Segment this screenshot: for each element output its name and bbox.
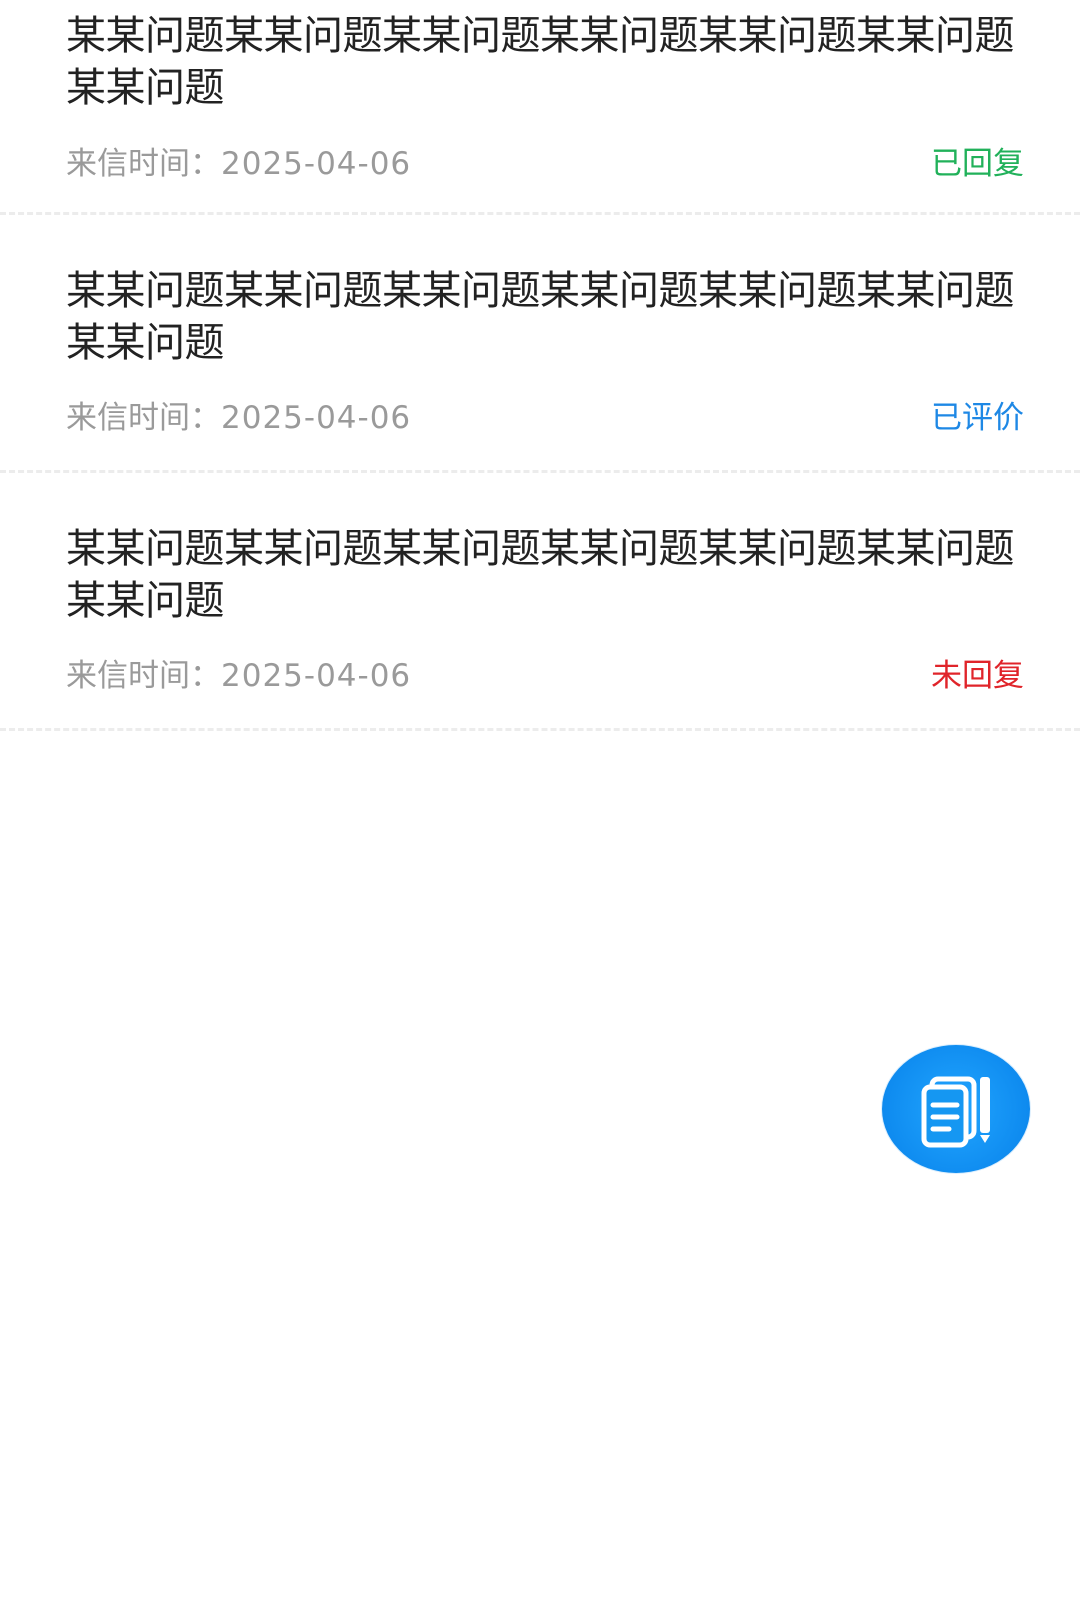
status-badge: 已评价: [931, 400, 1024, 436]
date-label: 来信时间：: [66, 146, 221, 182]
letter-date: 2025-04-06: [221, 658, 412, 694]
status-badge: 未回复: [931, 658, 1024, 694]
letter-title: 某某问题某某问题某某问题某某问题某某问题某某问题某某问题: [66, 268, 1015, 366]
letter-meta: 来信时间： 2025-04-06 已评价: [66, 398, 1024, 438]
letter-date: 2025-04-06: [221, 400, 412, 436]
letter-title: 某某问题某某问题某某问题某某问题某某问题某某问题某某问题: [66, 526, 1015, 624]
letter-meta: 来信时间： 2025-04-06 未回复: [66, 656, 1024, 696]
write-letter-button[interactable]: [882, 1045, 1030, 1173]
date-label: 来信时间：: [66, 400, 221, 436]
write-letter-icon: [921, 1076, 990, 1148]
list-item[interactable]: 某某问题某某问题某某问题某某问题某某问题某某问题某某问题 来信时间： 2025-…: [0, 215, 1080, 473]
list-item[interactable]: 某某问题某某问题某某问题某某问题某某问题某某问题某某问题 来信时间： 2025-…: [0, 473, 1080, 731]
date-label: 来信时间：: [66, 658, 221, 694]
letter-title: 某某问题某某问题某某问题某某问题某某问题某某问题某某问题: [66, 13, 1015, 111]
letter-date: 2025-04-06: [221, 146, 412, 182]
letter-meta: 来信时间： 2025-04-06 已回复: [66, 144, 1024, 184]
list-item[interactable]: 某某问题某某问题某某问题某某问题某某问题某某问题某某问题 来信时间： 2025-…: [0, 0, 1080, 215]
letter-list: 某某问题某某问题某某问题某某问题某某问题某某问题某某问题 来信时间： 2025-…: [0, 0, 1080, 731]
status-badge: 已回复: [931, 146, 1024, 182]
